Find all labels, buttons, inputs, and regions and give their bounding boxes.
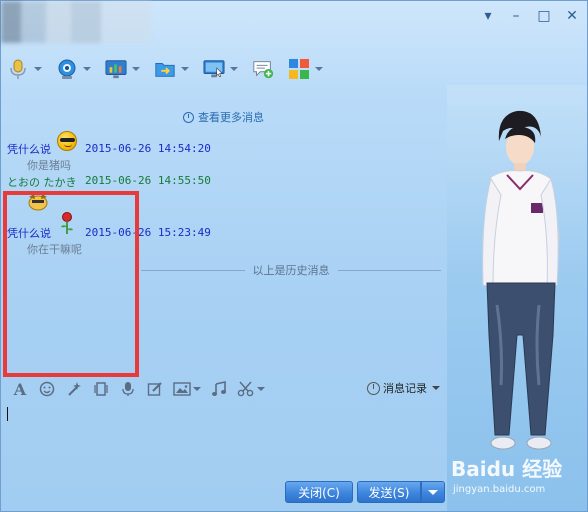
screenshot-scissors-icon[interactable]	[237, 380, 265, 398]
new-discussion-button[interactable]	[252, 58, 274, 80]
format-toolbar: A	[11, 379, 265, 399]
minimize-button[interactable]: –	[507, 7, 525, 25]
message-history[interactable]: 查看更多消息 凭什么说 2015-06-26 14:54:20 你是猪吗 とおの…	[1, 87, 447, 377]
screen-share-button[interactable]	[105, 58, 140, 80]
chevron-down-icon	[432, 386, 440, 390]
title-bar: ▾ – □ ✕	[1, 1, 587, 49]
view-more-messages-label: 查看更多消息	[198, 111, 264, 124]
view-more-messages-link[interactable]: 查看更多消息	[183, 109, 264, 125]
new-chat-icon	[252, 58, 274, 80]
video-call-button[interactable]	[56, 58, 91, 80]
chevron-down-icon[interactable]	[132, 67, 140, 71]
message-history-button[interactable]: 消息记录	[367, 380, 440, 396]
send-button[interactable]: 发送(S)	[357, 481, 421, 503]
chevron-down-icon[interactable]	[181, 67, 189, 71]
clock-icon	[183, 111, 194, 123]
sender-name[interactable]: とおの たかき	[7, 174, 77, 190]
highlight-annotation-box	[3, 191, 139, 377]
menu-dropdown-icon[interactable]: ▾	[479, 7, 497, 25]
message-time: 2015-06-26 14:54:20	[85, 142, 211, 155]
cool-face-avatar-icon	[57, 131, 77, 151]
remote-desktop-icon	[203, 58, 225, 80]
file-transfer-button[interactable]	[154, 58, 189, 80]
chevron-down-icon[interactable]	[34, 67, 42, 71]
remote-desktop-button[interactable]	[203, 58, 238, 80]
chat-window: ▾ – □ ✕ 查看更多消息 凭什么说 2015-06-26 14:54:20 …	[0, 0, 588, 512]
maximize-button[interactable]: □	[535, 7, 553, 25]
message-header: 凭什么说	[7, 141, 51, 157]
microphone-icon	[7, 58, 29, 80]
vibrate-window-icon[interactable]	[92, 380, 110, 398]
apps-icon	[288, 58, 310, 80]
emoji-icon[interactable]	[38, 380, 56, 398]
image-icon[interactable]	[173, 380, 201, 398]
chevron-down-icon[interactable]	[315, 67, 323, 71]
message-input[interactable]	[1, 401, 447, 477]
voice-message-icon[interactable]	[119, 380, 137, 398]
message-text: 你是猪吗	[27, 159, 71, 172]
apps-button[interactable]	[288, 58, 323, 80]
history-divider: 以上是历史消息	[141, 263, 441, 277]
contact-avatar-blurred	[1, 1, 151, 43]
close-button[interactable]: 关闭(C)	[285, 481, 353, 503]
font-icon[interactable]: A	[11, 380, 29, 399]
close-window-button[interactable]: ✕	[563, 7, 581, 25]
file-transfer-icon	[154, 58, 176, 80]
history-divider-label: 以上是历史消息	[252, 264, 330, 277]
avatar-show-panel	[447, 85, 587, 511]
sender-name[interactable]: 凭什么说	[7, 143, 51, 156]
message-history-label: 消息记录	[383, 382, 427, 395]
baidu-watermark: Baidu 经验 jingyan.baidu.com	[451, 453, 562, 495]
avatar-figure	[482, 110, 560, 450]
voice-call-button[interactable]	[7, 58, 42, 80]
magic-wand-icon[interactable]	[65, 380, 83, 398]
chevron-down-icon[interactable]	[230, 67, 238, 71]
chat-toolbar	[7, 55, 337, 83]
clock-icon	[367, 381, 380, 395]
window-controls: ▾ – □ ✕	[479, 7, 581, 25]
edit-icon[interactable]	[146, 380, 164, 398]
text-cursor	[7, 407, 8, 421]
screen-share-icon	[105, 58, 127, 80]
music-icon[interactable]	[210, 380, 228, 398]
video-camera-icon	[56, 58, 78, 80]
watermark-logo-text: Baidu 经验	[451, 457, 563, 481]
watermark-url: jingyan.baidu.com	[453, 484, 546, 495]
chevron-down-icon[interactable]	[83, 67, 91, 71]
chevron-down-icon	[428, 489, 438, 495]
message-time: 2015-06-26 14:55:50	[85, 174, 211, 187]
send-options-button[interactable]	[421, 481, 445, 503]
